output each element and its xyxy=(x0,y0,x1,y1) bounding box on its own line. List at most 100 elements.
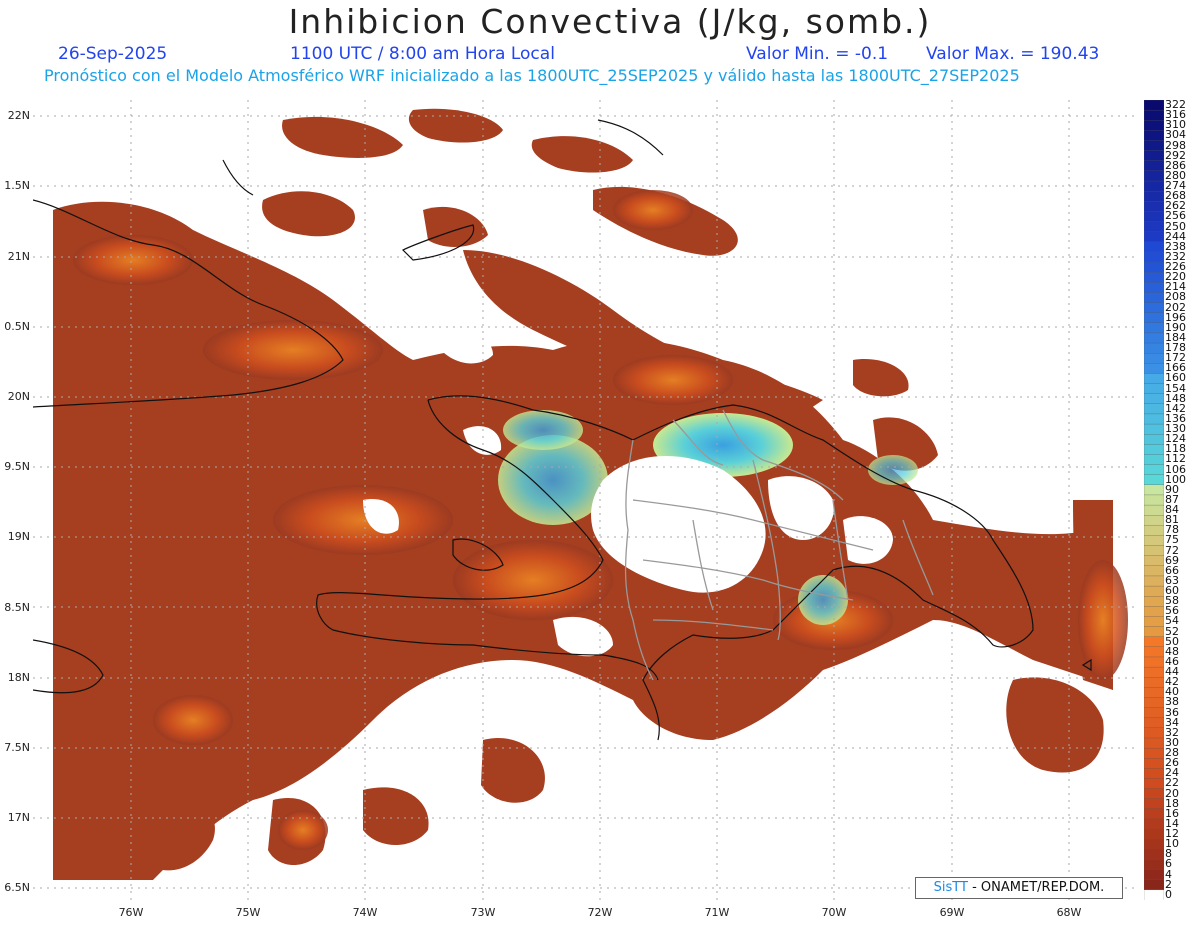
lat-label: 6.5N xyxy=(4,881,30,894)
colorbar-cell xyxy=(1144,444,1164,456)
colorbar-cell xyxy=(1144,221,1164,233)
lat-label: 18N xyxy=(7,671,30,684)
credit-text: - ONAMET/REP.DOM. xyxy=(972,880,1105,895)
colorbar-cell xyxy=(1144,251,1164,263)
colorbar-cell xyxy=(1144,434,1164,445)
colorbar-cell xyxy=(1144,373,1164,385)
colorbar-cell xyxy=(1144,322,1164,334)
colorbar-cell xyxy=(1144,130,1164,142)
colorbar-cell xyxy=(1144,818,1164,830)
lat-label: 8.5N xyxy=(4,601,30,614)
colorbar-cell xyxy=(1144,363,1164,375)
colorbar-cell xyxy=(1144,575,1164,587)
colorbar-cell xyxy=(1144,859,1164,871)
lon-label: 75W xyxy=(235,906,261,919)
lat-label: 21N xyxy=(7,250,30,263)
colorbar-cell xyxy=(1144,494,1164,506)
cin-map xyxy=(33,100,1138,900)
colorbar-cell xyxy=(1144,687,1164,699)
colorbar-cell xyxy=(1144,758,1164,770)
colorbar-cell xyxy=(1144,849,1164,861)
colorbar-cell xyxy=(1144,383,1164,395)
colorbar-cell xyxy=(1144,393,1164,405)
colorbar-cell xyxy=(1144,312,1164,324)
colorbar-cell xyxy=(1144,190,1164,202)
colorbar-cell xyxy=(1144,656,1164,668)
colorbar-cell xyxy=(1144,504,1164,516)
colorbar-cell xyxy=(1144,302,1164,314)
lon-label: 68W xyxy=(1056,906,1082,919)
lon-label: 73W xyxy=(470,906,496,919)
colorbar-cell xyxy=(1144,646,1164,658)
colorbar-cell xyxy=(1144,585,1164,597)
colorbar-cell xyxy=(1144,160,1164,172)
lat-label: 0.5N xyxy=(4,320,30,333)
colorbar-cell xyxy=(1144,666,1164,678)
lat-label: 19N xyxy=(7,530,30,543)
colorbar-cell xyxy=(1144,140,1164,152)
colorbar-cell xyxy=(1144,889,1164,900)
lon-label: 72W xyxy=(587,906,613,919)
colorbar-cell xyxy=(1144,413,1164,425)
colorbar-cell xyxy=(1144,180,1164,192)
colorbar-cell xyxy=(1144,565,1164,577)
valid-date: 26-Sep-2025 xyxy=(58,44,168,64)
colorbar-cell xyxy=(1144,768,1164,780)
colorbar-cell xyxy=(1144,150,1164,162)
colorbar-cell xyxy=(1144,100,1164,111)
max-value: Valor Max. = 190.43 xyxy=(926,44,1100,64)
colorbar-cell xyxy=(1144,484,1164,496)
colorbar-cell xyxy=(1144,798,1164,810)
colorbar-cell xyxy=(1144,778,1164,790)
colorbar-cell xyxy=(1144,626,1164,638)
colorbar-cell xyxy=(1144,596,1164,607)
colorbar-cell xyxy=(1144,545,1164,557)
map-title: Inhibicion Convectiva (J/kg, somb.) xyxy=(288,2,932,41)
colorbar-cell xyxy=(1144,839,1164,851)
colorbar-cell xyxy=(1144,869,1164,881)
colorbar-cell xyxy=(1144,697,1164,709)
colorbar-cell xyxy=(1144,201,1164,213)
colorbar-cell xyxy=(1144,170,1164,182)
lon-label: 70W xyxy=(821,906,847,919)
colorbar-cell xyxy=(1144,403,1164,415)
lat-label: 17N xyxy=(7,811,30,824)
valid-time: 1100 UTC / 8:00 am Hora Local xyxy=(290,44,555,64)
colorbar-cell xyxy=(1144,616,1164,628)
colorbar-cell xyxy=(1144,332,1164,344)
credit-box: SisTT - ONAMET/REP.DOM. xyxy=(915,877,1123,899)
colorbar-cell xyxy=(1144,879,1164,891)
colorbar-cell xyxy=(1144,828,1164,840)
colorbar-cell xyxy=(1144,109,1164,121)
colorbar-cell xyxy=(1144,727,1164,739)
colorbar-cell xyxy=(1144,474,1164,486)
sistt-logo: SisTT xyxy=(933,880,968,895)
colorbar-cell xyxy=(1144,241,1164,253)
colorbar-cell xyxy=(1144,261,1164,273)
colorbar xyxy=(1144,100,1164,900)
colorbar-cell xyxy=(1144,353,1164,364)
colorbar-cell xyxy=(1144,525,1164,537)
colorbar-cell xyxy=(1144,808,1164,820)
min-value: Valor Min. = -0.1 xyxy=(746,44,889,64)
colorbar-cell xyxy=(1144,717,1164,729)
colorbar-cell xyxy=(1144,464,1164,476)
lat-label: 7.5N xyxy=(4,741,30,754)
colorbar-level-label: 0 xyxy=(1165,887,1172,901)
colorbar-cell xyxy=(1144,272,1164,283)
lon-label: 74W xyxy=(352,906,378,919)
colorbar-cell xyxy=(1144,555,1164,567)
colorbar-cell xyxy=(1144,515,1164,526)
colorbar-cell xyxy=(1144,788,1164,800)
forecast-note: Pronóstico con el Modelo Atmosférico WRF… xyxy=(44,66,1020,85)
lon-label: 71W xyxy=(704,906,730,919)
colorbar-cell xyxy=(1144,211,1164,223)
colorbar-cell xyxy=(1144,120,1164,132)
colorbar-cell xyxy=(1144,737,1164,749)
lon-label: 69W xyxy=(939,906,965,919)
colorbar-cell xyxy=(1144,282,1164,294)
colorbar-cell xyxy=(1144,231,1164,243)
colorbar-cell xyxy=(1144,535,1164,547)
lat-label: 20N xyxy=(7,390,30,403)
lat-label: 1.5N xyxy=(4,179,30,192)
